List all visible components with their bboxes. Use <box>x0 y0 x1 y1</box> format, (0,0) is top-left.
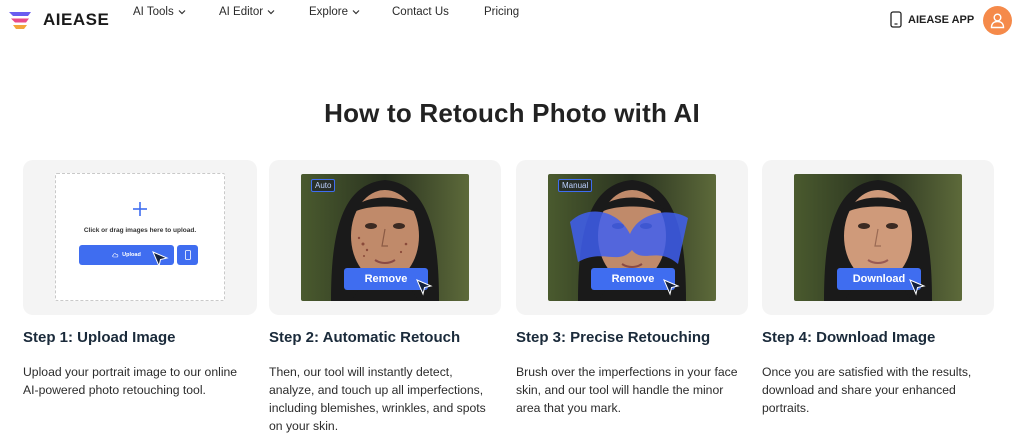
chevron-down-icon <box>178 10 186 15</box>
nav-item-label: Contact Us <box>392 6 449 18</box>
cloud-upload-icon <box>112 253 119 258</box>
step-title: Step 4: Download Image <box>762 329 936 346</box>
mobile-upload-button[interactable] <box>177 245 198 265</box>
retouched-result-preview: Download <box>794 174 962 301</box>
brand-name: AIEASE <box>43 10 110 29</box>
manual-retouch-preview: Manual Remove <box>548 174 716 301</box>
step-description: Upload your portrait image to our online… <box>23 365 238 397</box>
top-navbar: AIEASE AI Tools AI Editor Explore Contac… <box>0 0 1024 40</box>
nav-item-ai-editor[interactable]: AI Editor <box>219 6 275 18</box>
brand-logo[interactable]: AIEASE <box>7 9 109 31</box>
cursor-icon <box>663 279 680 296</box>
page-title: How to Retouch Photo with AI <box>324 98 700 128</box>
step-description: Once you are satisfied with the results,… <box>762 365 972 415</box>
step-title: Step 1: Upload Image <box>23 329 176 346</box>
step-3-card: Manual Remove <box>516 160 748 315</box>
nav-item-ai-tools[interactable]: AI Tools <box>133 6 186 18</box>
nav-item-pricing[interactable]: Pricing <box>484 6 519 18</box>
cursor-icon <box>416 279 433 296</box>
step-1: Step 1: Upload Image Upload your portrai… <box>23 329 255 399</box>
step-description: Then, our tool will instantly detect, an… <box>269 365 486 433</box>
nav-item-contact-us[interactable]: Contact Us <box>392 6 449 18</box>
upload-prompt: Click or drag images here to upload. <box>83 227 197 234</box>
plus-icon <box>133 202 147 216</box>
nav-item-label: AI Editor <box>219 6 264 18</box>
nav-item-label: AI Tools <box>133 6 174 18</box>
step-4: Step 4: Download Image Once you are sati… <box>762 329 994 417</box>
chevron-down-icon <box>352 10 360 15</box>
app-download-button[interactable]: AIEASE APP <box>890 11 974 28</box>
step-description: Brush over the imperfections in your fac… <box>516 365 738 415</box>
cursor-icon <box>909 279 926 296</box>
step-title: Step 2: Automatic Retouch <box>269 329 461 346</box>
mode-badge: Manual <box>558 179 593 192</box>
upload-button-label: Upload <box>122 252 141 258</box>
chevron-down-icon <box>267 10 275 15</box>
phone-icon <box>890 11 902 28</box>
nav-item-label: Explore <box>309 6 348 18</box>
avatar[interactable] <box>983 6 1012 35</box>
step-4-card: Download <box>762 160 994 315</box>
app-button-label: AIEASE APP <box>908 13 975 26</box>
nav-item-explore[interactable]: Explore <box>309 6 360 18</box>
upload-dropzone[interactable]: Click or drag images here to upload. Upl… <box>55 173 225 301</box>
step-3: Step 3: Precise Retouching Brush over th… <box>516 329 748 417</box>
mode-badge: Auto <box>311 179 336 192</box>
phone-icon <box>184 250 191 260</box>
nav-item-label: Pricing <box>484 6 520 18</box>
user-icon <box>990 13 1005 29</box>
step-title: Step 3: Precise Retouching <box>516 329 711 346</box>
step-2: Step 2: Automatic Retouch Then, our tool… <box>269 329 501 435</box>
auto-retouch-preview: Auto Remove <box>301 174 469 301</box>
logo-mark-icon <box>9 12 31 29</box>
step-2-card: Auto Remove <box>269 160 501 315</box>
step-1-card: Click or drag images here to upload. Upl… <box>23 160 257 315</box>
cursor-icon <box>152 251 169 268</box>
